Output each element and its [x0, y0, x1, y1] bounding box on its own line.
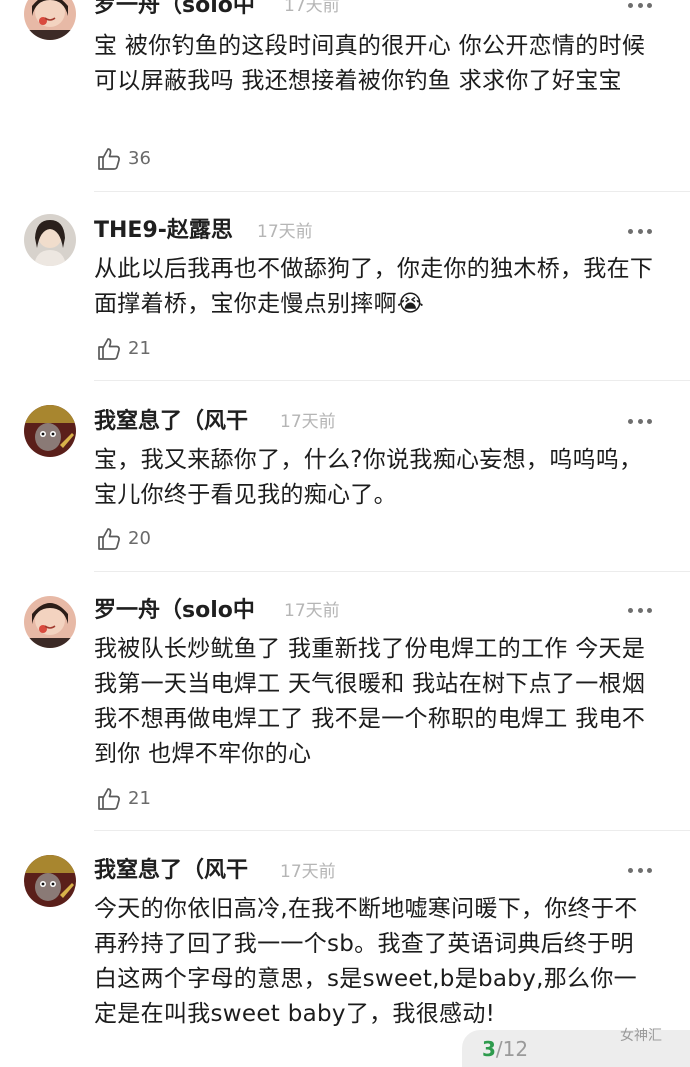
like-count: 20 [128, 528, 151, 549]
comment-text: 从此以后我再也不做舔狗了，你走你的独木桥，我在下面撑着桥，宝你走慢点别摔啊😭 [94, 256, 654, 317]
comment-text: 宝，我又来舔你了，什么?你说我痴心妄想，呜呜呜，宝儿你终于看见我的痴心了。 [94, 447, 643, 508]
thumbs-up-icon [98, 528, 120, 550]
like-button[interactable]: 36 [96, 145, 151, 173]
page-current: 3 [482, 1036, 496, 1061]
like-count: 21 [128, 338, 151, 359]
username[interactable]: 我窒息了（风干 [94, 857, 248, 885]
timestamp: 17天前 [280, 862, 336, 882]
thumbs-up-icon [98, 338, 120, 360]
like-button[interactable]: 21 [96, 785, 151, 813]
comment-text: 今天的你依旧高冷,在我不断地嘘寒问暖下，你终于不再矜持了回了我一一个sb。我查了… [94, 896, 638, 1027]
more-options-icon[interactable] [628, 418, 652, 424]
like-count: 21 [128, 788, 151, 809]
avatar-smiling-woman-icon [24, 0, 76, 40]
avatar-portrait-icon [24, 214, 76, 266]
username[interactable]: 罗一舟（solo中 [94, 597, 255, 625]
avatar[interactable] [24, 0, 76, 40]
avatar-cartoon-icon [24, 405, 76, 457]
thumbs-up-icon [98, 788, 120, 810]
divider [94, 571, 690, 572]
thumbs-up-icon [98, 148, 120, 170]
divider [94, 191, 690, 192]
more-options-icon[interactable] [628, 867, 652, 873]
username[interactable]: THE9-赵露思 [94, 217, 233, 245]
more-options-icon[interactable] [628, 228, 652, 234]
avatar-smiling-woman-icon [24, 596, 76, 648]
timestamp: 17天前 [257, 222, 313, 242]
like-count: 36 [128, 148, 151, 169]
comment-text: 我被队长炒鱿鱼了 我重新找了份电焊工的工作 今天是我第一天当电焊工 天气很暖和 … [94, 636, 646, 767]
watermark: 女神汇 [620, 1028, 662, 1044]
like-button[interactable]: 20 [96, 525, 151, 553]
more-options-icon[interactable] [628, 2, 652, 8]
username[interactable]: 罗一舟（solo中 [94, 0, 255, 20]
more-options-icon[interactable] [628, 607, 652, 613]
page-total: /12 [495, 1036, 529, 1061]
avatar[interactable] [24, 596, 76, 648]
like-button[interactable]: 21 [96, 335, 151, 363]
comment-text: 宝 被你钓鱼的这段时间真的很开心 你公开恋情的时候可以屏蔽我吗 我还想接着被你钓… [94, 33, 646, 94]
avatar-cartoon-icon [24, 855, 76, 907]
timestamp: 17天前 [284, 601, 340, 621]
avatar[interactable] [24, 405, 76, 457]
timestamp: 17天前 [280, 412, 336, 432]
avatar[interactable] [24, 214, 76, 266]
timestamp: 17天前 [284, 0, 340, 16]
divider [94, 830, 690, 831]
divider [94, 380, 690, 381]
username[interactable]: 我窒息了（风干 [94, 408, 248, 436]
avatar[interactable] [24, 855, 76, 907]
